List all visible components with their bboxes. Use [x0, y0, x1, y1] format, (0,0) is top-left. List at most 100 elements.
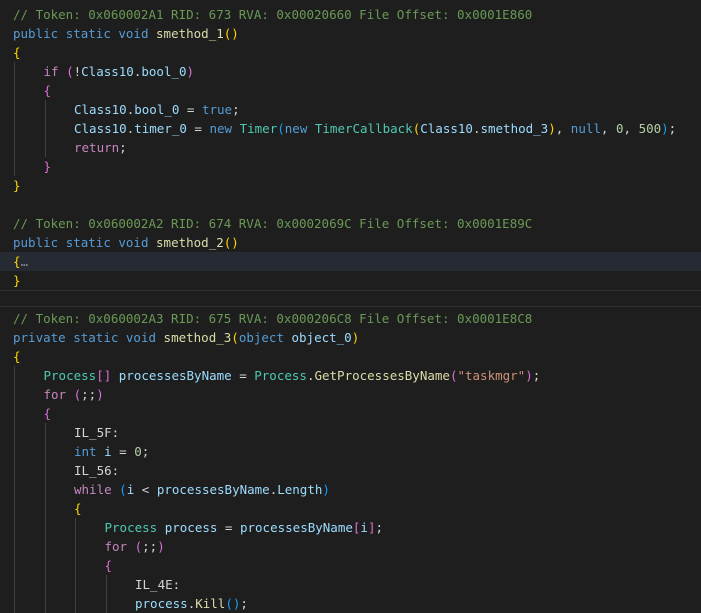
- code-token: ): [157, 539, 165, 554]
- code-token: 0: [134, 444, 142, 459]
- code-line[interactable]: IL_56:: [0, 461, 701, 480]
- code-token: (: [73, 387, 82, 402]
- code-token: ,: [623, 121, 639, 136]
- code-token: ;: [240, 596, 248, 611]
- code-token: null: [570, 121, 601, 136]
- code-token: Class10: [74, 121, 127, 136]
- code-line[interactable]: while (i < processesByName.Length): [0, 480, 701, 499]
- code-token: i: [360, 520, 368, 535]
- code-token: }: [43, 159, 52, 174]
- code-line[interactable]: // Token: 0x060002A3 RID: 675 RVA: 0x000…: [0, 309, 701, 328]
- code-token: (: [231, 330, 239, 345]
- code-line[interactable]: return;: [0, 138, 701, 157]
- code-line[interactable]: {: [0, 347, 701, 366]
- code-line[interactable]: {: [0, 43, 701, 62]
- code-token: GetProcessesByName: [314, 368, 450, 383]
- code-line[interactable]: for (;;): [0, 385, 701, 404]
- code-token: =: [217, 520, 240, 535]
- code-line[interactable]: }: [0, 271, 701, 290]
- section-divider: [0, 306, 701, 307]
- code-line[interactable]: {: [0, 404, 701, 423]
- code-token: (): [223, 26, 239, 41]
- code-line[interactable]: // Token: 0x060002A1 RID: 673 RVA: 0x000…: [0, 5, 701, 24]
- code-line[interactable]: // Token: 0x060002A2 RID: 674 RVA: 0x000…: [0, 214, 701, 233]
- code-token: (): [225, 596, 241, 611]
- code-token: ): [661, 121, 669, 136]
- code-line[interactable]: IL_4E:: [0, 575, 701, 594]
- code-token: ;;: [81, 387, 97, 402]
- code-token: // Token: 0x060002A2 RID: 674 RVA: 0x000…: [13, 216, 533, 231]
- code-line[interactable]: Process process = processesByName[i];: [0, 518, 701, 537]
- code-line[interactable]: public static void smethod_2(): [0, 233, 701, 252]
- code-token: for: [104, 539, 128, 554]
- code-token: 0: [615, 121, 624, 136]
- code-token: IL_5F:: [74, 425, 120, 440]
- code-token: smethod_3: [480, 121, 549, 136]
- code-token: smethod_1: [156, 26, 224, 41]
- code-token: ): [548, 121, 556, 136]
- code-line[interactable]: }: [0, 157, 701, 176]
- code-token: Kill: [195, 596, 226, 611]
- code-token: <: [134, 482, 157, 497]
- code-token: return: [74, 140, 120, 155]
- code-token: ;: [119, 140, 127, 155]
- code-token: ): [186, 64, 195, 79]
- code-token: process: [164, 520, 218, 535]
- code-token: Length: [277, 482, 323, 497]
- code-line[interactable]: Class10.bool_0 = true;: [0, 100, 701, 119]
- code-token: []: [96, 368, 112, 383]
- code-line[interactable]: {: [0, 499, 701, 518]
- code-token: public: [13, 235, 59, 250]
- code-token: {: [13, 349, 21, 364]
- code-line[interactable]: if (!Class10.bool_0): [0, 62, 701, 81]
- code-token: (: [277, 121, 285, 136]
- code-line[interactable]: }: [0, 176, 701, 195]
- fold-ellipsis-icon[interactable]: …: [21, 254, 29, 269]
- code-token: }: [13, 273, 21, 288]
- code-line[interactable]: public static void smethod_1(): [0, 24, 701, 43]
- code-token: ): [525, 368, 533, 383]
- code-token: Class10: [81, 64, 134, 79]
- code-line[interactable]: int i = 0;: [0, 442, 701, 461]
- code-token: static: [65, 26, 111, 41]
- code-token: (: [66, 64, 74, 79]
- code-token: ;: [532, 368, 541, 383]
- code-token: ): [322, 482, 330, 497]
- code-line[interactable]: for (;;): [0, 537, 701, 556]
- code-line[interactable]: process.Kill();: [0, 594, 701, 613]
- code-token: public: [13, 26, 59, 41]
- code-token: void: [125, 330, 157, 345]
- code-token: Process: [104, 520, 158, 535]
- code-editor[interactable]: // Token: 0x060002A1 RID: 673 RVA: 0x000…: [0, 0, 701, 613]
- code-line[interactable]: {: [0, 556, 701, 575]
- code-token: (: [119, 482, 127, 497]
- code-token: {: [74, 501, 82, 516]
- code-line[interactable]: {: [0, 81, 701, 100]
- code-token: {: [13, 254, 21, 269]
- code-line[interactable]: Class10.timer_0 = new Timer(new TimerCal…: [0, 119, 701, 138]
- code-token: ;;: [142, 539, 158, 554]
- code-line[interactable]: private static void smethod_3(object obj…: [0, 328, 701, 347]
- code-token: smethod_2: [156, 235, 224, 250]
- code-token: if: [43, 64, 59, 79]
- code-token: for: [43, 387, 67, 402]
- code-line-current[interactable]: {…: [0, 252, 701, 271]
- code-line[interactable]: [0, 195, 701, 214]
- code-line[interactable]: Process[] processesByName = Process.GetP…: [0, 366, 701, 385]
- code-token: void: [118, 26, 149, 41]
- code-line[interactable]: IL_5F:: [0, 423, 701, 442]
- code-token: =: [111, 444, 135, 459]
- code-token: ;: [141, 444, 150, 459]
- code-token: =: [231, 368, 255, 383]
- code-token: TimerCallback: [314, 121, 413, 136]
- code-token: ,: [555, 121, 571, 136]
